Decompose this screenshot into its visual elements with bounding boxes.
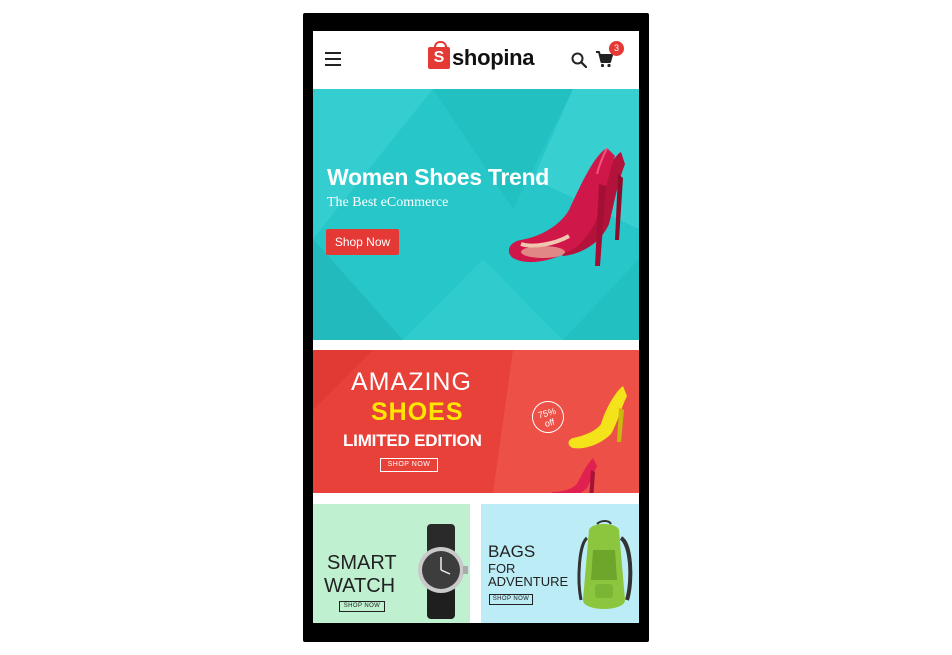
shop-now-button[interactable]: Shop Now xyxy=(326,229,399,255)
shopping-bag-icon: S xyxy=(428,41,450,69)
smart-watch-image xyxy=(418,524,468,619)
banner-line-3: LIMITED EDITION xyxy=(343,431,482,450)
bags-shop-now-button[interactable]: SHOP NOW xyxy=(489,594,533,605)
smart-watch-tile[interactable]: SMART WATCH SHOP NOW xyxy=(313,504,470,623)
bags-adventure-tile[interactable]: BAGS FOR ADVENTURE SHOP NOW xyxy=(481,504,639,623)
backpack-image xyxy=(577,520,633,609)
banner-shop-now-button[interactable]: SHOP NOW xyxy=(380,458,438,472)
smart-watch-line-1: SMART xyxy=(327,552,397,574)
amazing-shoes-banner[interactable]: AMAZING SHOES LIMITED EDITION SHOP NOW 7… xyxy=(313,350,639,493)
cart-count-badge: 3 xyxy=(609,41,624,56)
heels-image xyxy=(550,386,627,493)
search-icon[interactable] xyxy=(571,52,587,68)
logo-text: shopina xyxy=(452,45,535,70)
hero-subtitle: The Best eCommerce xyxy=(327,195,449,210)
red-heel-shoe-image xyxy=(508,147,625,266)
bags-line-1: BAGS xyxy=(488,542,536,561)
smart-watch-line-2: WATCH xyxy=(324,575,396,597)
hero-slider[interactable]: Women Shoes Trend The Best eCommerce Sho… xyxy=(313,89,639,340)
phone-screen: S shopina 3 Women Shoes Trend The Best e… xyxy=(313,31,639,623)
menu-icon[interactable] xyxy=(325,52,341,66)
bags-line-3: ADVENTURE xyxy=(488,574,569,589)
watch-shop-now-button[interactable]: SHOP NOW xyxy=(339,601,385,612)
app-header: S shopina 3 xyxy=(313,31,639,89)
banner-line-2: SHOES xyxy=(371,398,464,426)
banner-line-1: AMAZING xyxy=(351,368,472,396)
logo[interactable]: S shopina xyxy=(428,41,535,71)
